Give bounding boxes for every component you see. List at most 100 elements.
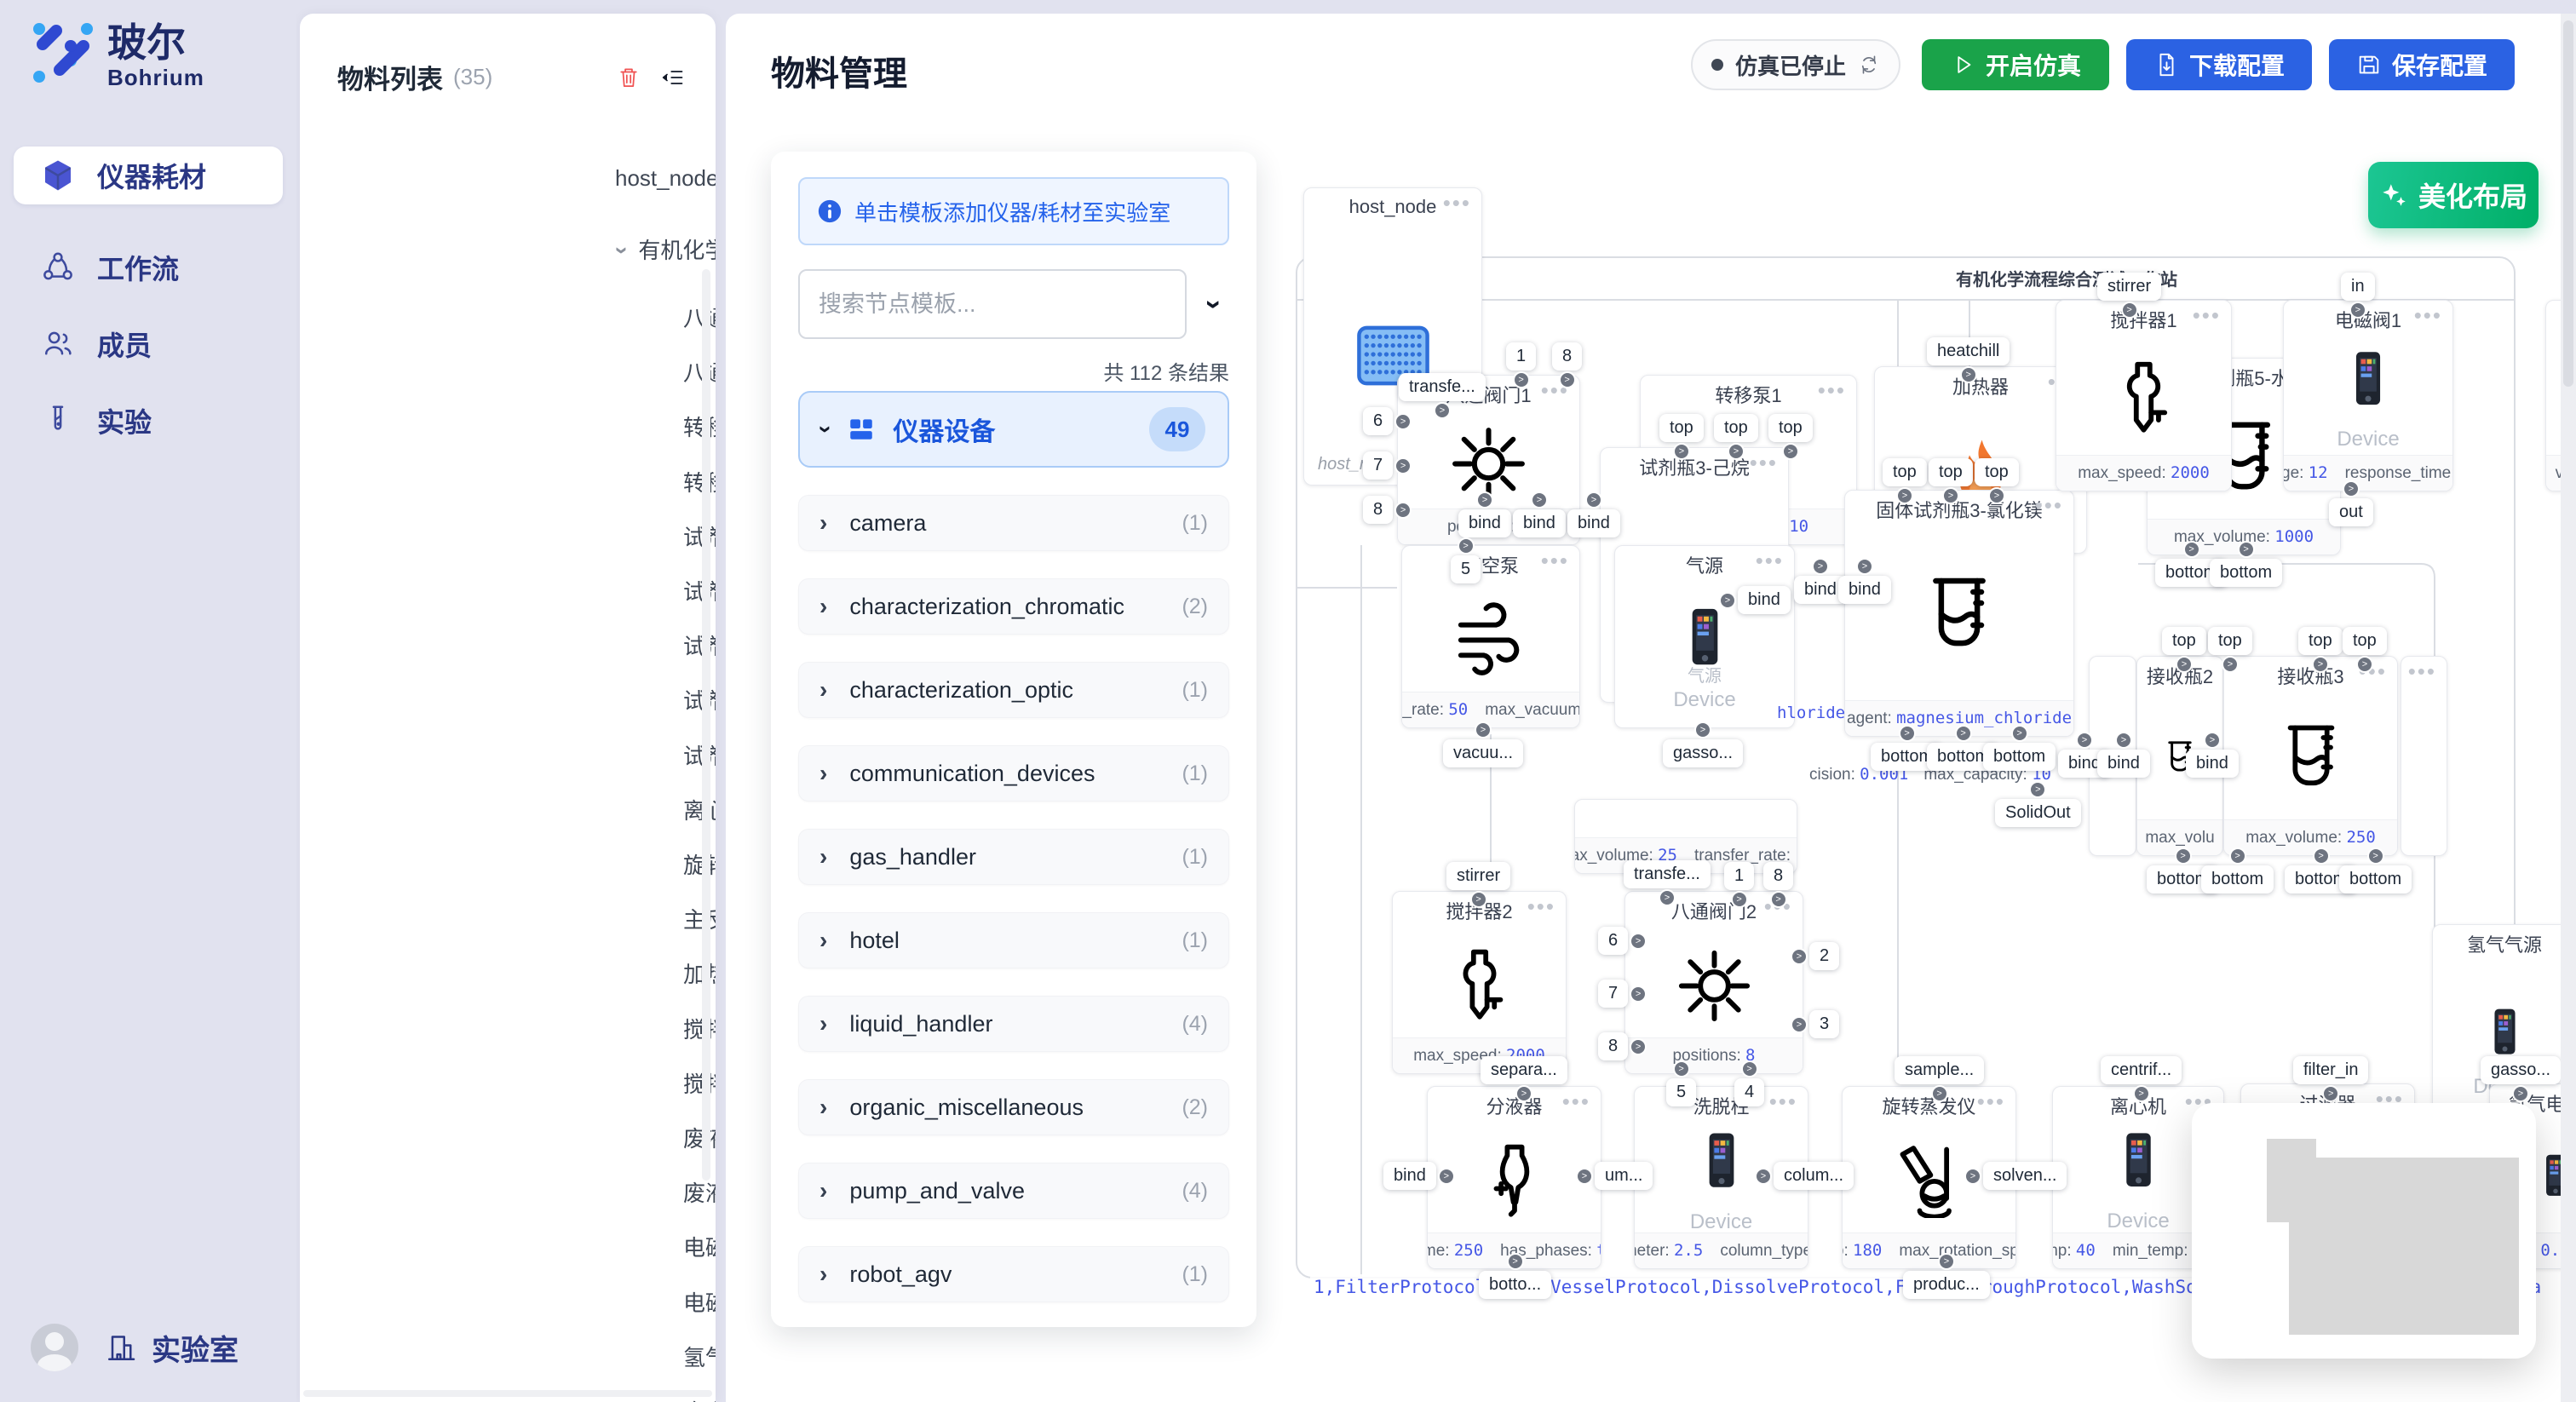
port-dot-icon[interactable]: > [2204, 732, 2221, 749]
port-dot-icon[interactable]: > [1942, 487, 1959, 504]
collapse-panel-chevron-icon[interactable]: › [1198, 289, 1231, 319]
port-dot-icon[interactable]: > [1507, 1253, 1524, 1270]
port-dot-icon[interactable]: > [1964, 1168, 1981, 1185]
template-group-communication_devices[interactable]: ›communication_devices(1) [798, 745, 1229, 802]
canvas-node-stirrer2[interactable]: 搅拌器2•••max_speed: 2000 [1392, 891, 1567, 1074]
node-menu-icon[interactable]: ••• [1443, 190, 1471, 216]
port-dot-icon[interactable]: > [1476, 491, 1493, 509]
port-dot-icon[interactable]: > [1531, 491, 1548, 509]
port-dot-icon[interactable]: > [1719, 592, 1736, 609]
node-menu-icon[interactable]: ••• [2035, 492, 2063, 519]
canvas-node-solenoid1[interactable]: 电磁阀1•••Devicevoltage: 12response_time: 0… [2283, 300, 2453, 491]
port-dot-icon[interactable]: > [1559, 371, 1576, 388]
material-item[interactable]: 八通阀门1 [683, 302, 716, 333]
template-group-characterization_optic[interactable]: ›characterization_optic(1) [798, 662, 1229, 718]
material-item[interactable]: 电磁阀1 [683, 1231, 716, 1262]
materials-horizontal-scrollbar[interactable] [303, 1390, 712, 1397]
material-item[interactable]: 废液瓶1 [683, 1122, 716, 1153]
port-dot-icon[interactable]: > [2176, 656, 2193, 673]
port-dot-icon[interactable]: > [1394, 457, 1412, 474]
sidebar-item-experiments[interactable]: 实验 [14, 394, 283, 448]
material-item[interactable]: 主反应器 [683, 903, 716, 934]
canvas-node-vacuum_pump[interactable]: 真空泵•••pump_rate: 50max_vacuum: 0.1 [1401, 545, 1580, 728]
port-dot-icon[interactable]: > [1576, 1168, 1593, 1185]
port-dot-icon[interactable]: > [1988, 487, 2005, 504]
template-group-characterization_chromatic[interactable]: ›characterization_chromatic(2) [798, 578, 1229, 635]
port-dot-icon[interactable]: > [1458, 537, 1475, 554]
port-dot-icon[interactable]: > [2229, 848, 2246, 865]
material-item[interactable]: 试剂瓶3-己烷 [683, 629, 716, 661]
port-dot-icon[interactable]: > [1394, 502, 1412, 519]
material-item[interactable]: 氢气电磁阀 [683, 1341, 716, 1372]
sidebar-item-laboratory[interactable]: 实验室 [104, 1327, 239, 1369]
canvas-node-blank_right[interactable]: ••• [2401, 656, 2447, 856]
port-dot-icon[interactable]: > [2367, 848, 2384, 865]
material-item[interactable]: 废液瓶2 [683, 1176, 716, 1208]
material-item[interactable]: 转移泵1 [683, 411, 716, 442]
port-dot-icon[interactable]: > [1475, 721, 1492, 738]
save-config-button[interactable]: 保存配置 [2329, 39, 2515, 90]
port-dot-icon[interactable]: > [1791, 948, 1808, 965]
canvas-node-gas_source[interactable]: 气源•••Device气源 [1614, 545, 1795, 728]
template-group-gas_handler[interactable]: ›gas_handler(1) [798, 829, 1229, 885]
beautify-layout-button[interactable]: 美化布局 [2368, 162, 2539, 228]
port-dot-icon[interactable]: > [1731, 891, 1748, 908]
port-dot-icon[interactable]: > [2076, 732, 2093, 749]
node-menu-icon[interactable]: ••• [1527, 893, 1555, 920]
port-dot-icon[interactable]: > [1791, 1016, 1808, 1033]
sidebar-item-members[interactable]: 成员 [14, 317, 283, 371]
node-menu-icon[interactable]: ••• [1818, 377, 1846, 404]
category-instruments[interactable]: › 仪器设备 49 [798, 391, 1229, 468]
material-item[interactable]: 八通阀门2 [683, 356, 716, 388]
material-item[interactable]: 旋转蒸发仪 [683, 848, 716, 880]
refresh-icon[interactable] [1858, 54, 1880, 76]
node-menu-icon[interactable]: ••• [1750, 450, 1778, 476]
port-dot-icon[interactable]: > [1673, 1060, 1690, 1077]
canvas-node-solid3_mgcl2[interactable]: 固体试剂瓶3-氯化镁•••agent: magnesium_chloride [1844, 490, 2074, 737]
collapse-list-icon[interactable] [661, 66, 685, 89]
download-config-button[interactable]: 下载配置 [2126, 39, 2312, 90]
port-dot-icon[interactable]: > [1896, 487, 1913, 504]
port-dot-icon[interactable]: > [1955, 725, 1972, 742]
port-dot-icon[interactable]: > [1728, 443, 1745, 460]
port-dot-icon[interactable]: > [1694, 721, 1711, 738]
materials-vertical-scrollbar[interactable] [702, 269, 710, 1181]
template-group-camera[interactable]: ›camera(1) [798, 495, 1229, 551]
node-menu-icon[interactable]: ••• [2414, 302, 2442, 329]
port-dot-icon[interactable]: > [1899, 725, 1916, 742]
port-dot-icon[interactable]: > [1513, 371, 1530, 388]
port-dot-icon[interactable]: > [2133, 1085, 2150, 1102]
port-dot-icon[interactable]: > [2029, 781, 2046, 798]
material-item[interactable]: 搅拌器1 [683, 1013, 716, 1044]
port-dot-icon[interactable]: > [2011, 725, 2028, 742]
port-dot-icon[interactable]: > [2115, 732, 2132, 749]
node-menu-icon[interactable]: ••• [2408, 658, 2436, 685]
port-dot-icon[interactable]: > [2175, 848, 2192, 865]
chevron-down-icon[interactable]: › [609, 246, 636, 254]
port-dot-icon[interactable]: > [1856, 558, 1873, 575]
node-menu-icon[interactable]: ••• [1541, 548, 1569, 574]
node-menu-icon[interactable]: ••• [1769, 1089, 1797, 1115]
port-dot-icon[interactable]: > [1938, 1253, 1955, 1270]
material-item[interactable]: 离心机 [683, 794, 716, 825]
template-group-liquid_handler[interactable]: ›liquid_handler(4) [798, 996, 1229, 1052]
port-dot-icon[interactable]: > [2183, 541, 2200, 558]
port-dot-icon[interactable]: > [1394, 413, 1412, 430]
template-group-robot_agv[interactable]: ›robot_agv(1) [798, 1246, 1229, 1302]
template-group-organic_miscellaneous[interactable]: ›organic_miscellaneous(2) [798, 1079, 1229, 1135]
port-dot-icon[interactable]: > [1673, 443, 1690, 460]
port-dot-icon[interactable]: > [1630, 1038, 1647, 1055]
canvas-node-stirrer1[interactable]: 搅拌器1•••max_speed: 2000 [2056, 300, 2232, 491]
port-dot-icon[interactable]: > [2322, 1085, 2339, 1102]
node-menu-icon[interactable]: ••• [1756, 548, 1784, 574]
canvas-node-valve8_2[interactable]: 八通阀门2•••positions: 8 [1624, 891, 1803, 1074]
port-dot-icon[interactable]: > [2222, 656, 2239, 673]
port-dot-icon[interactable]: > [1630, 933, 1647, 950]
material-item[interactable]: 搅拌器2 [683, 1067, 716, 1099]
port-dot-icon[interactable]: > [2512, 1085, 2529, 1102]
node-menu-icon[interactable]: ••• [2193, 302, 2221, 329]
port-dot-icon[interactable]: > [1585, 491, 1602, 509]
app-logo[interactable]: 玻尔 Bohrium [31, 20, 204, 91]
port-dot-icon[interactable]: > [2349, 302, 2366, 319]
port-dot-icon[interactable]: > [1770, 891, 1787, 908]
